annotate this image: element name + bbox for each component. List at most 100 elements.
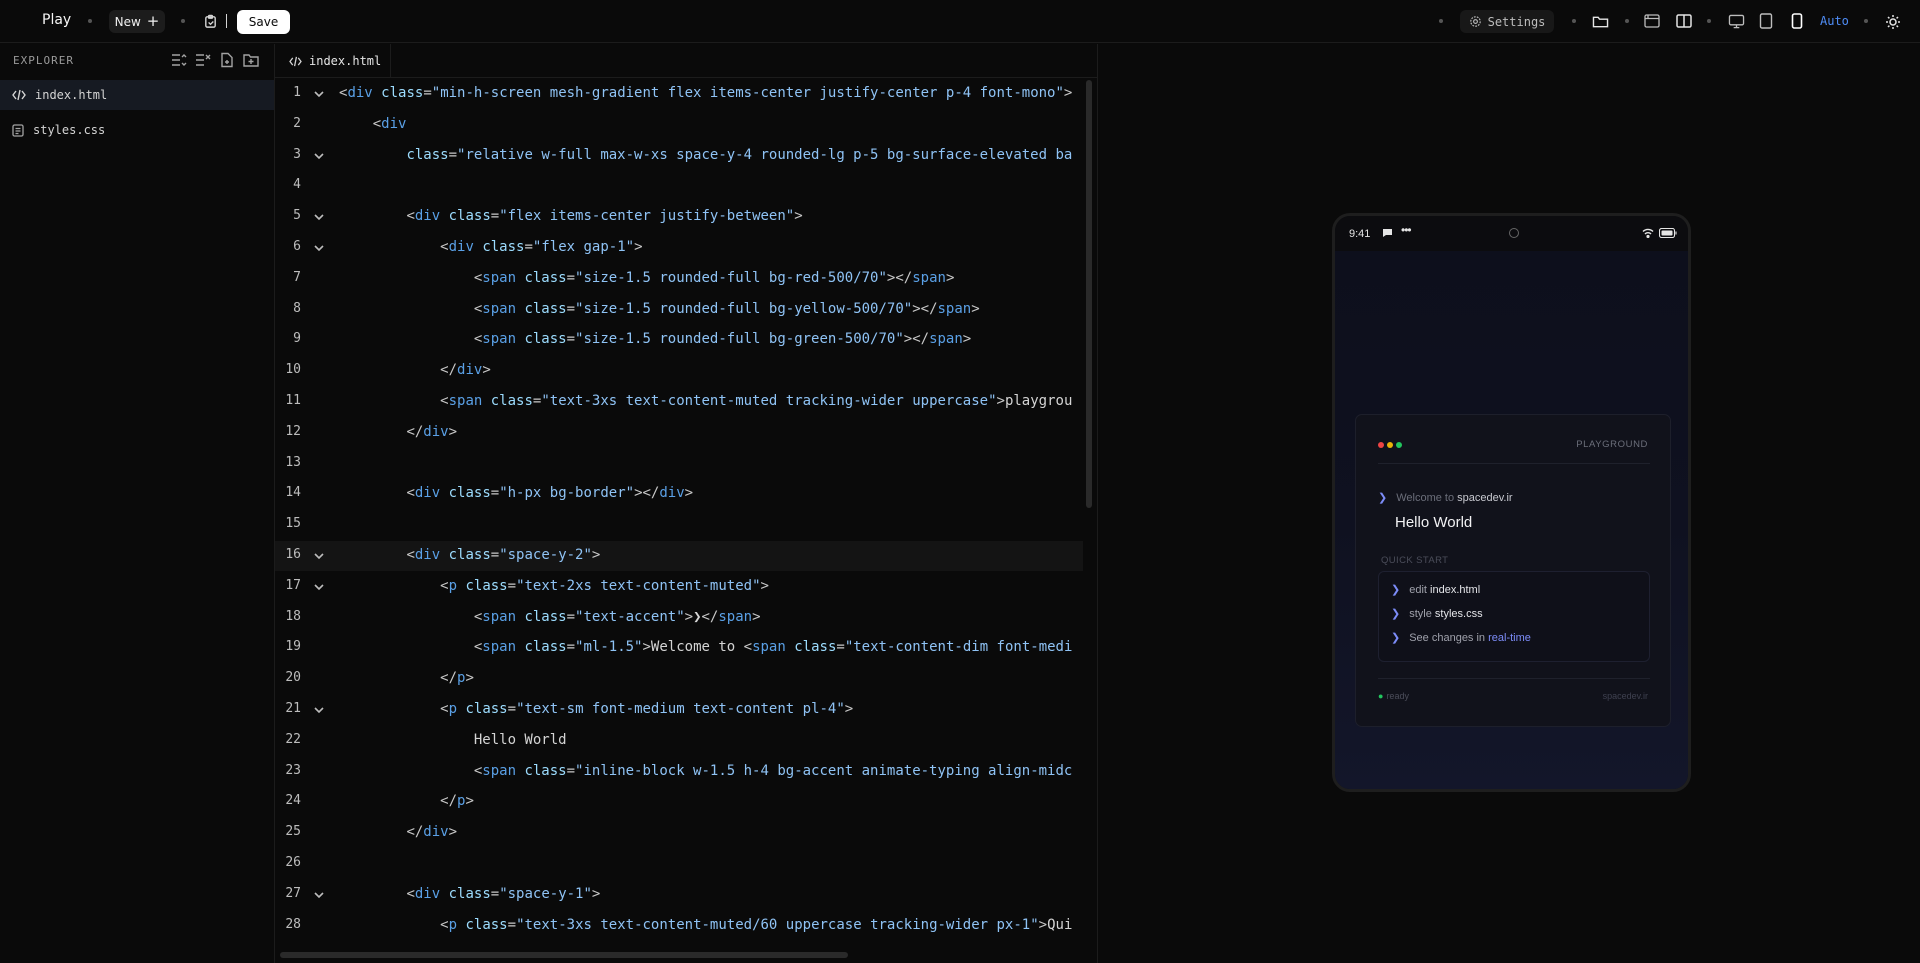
line-number: 20 bbox=[285, 670, 301, 686]
code-text: <div bbox=[372, 115, 407, 132]
collapse-all-button[interactable] bbox=[170, 51, 187, 68]
chevron-right-icon: ❯ bbox=[1391, 608, 1401, 620]
tablet-view-button[interactable] bbox=[1757, 12, 1775, 30]
status-time: 9:41 bbox=[1349, 228, 1371, 240]
file-name: index.html bbox=[35, 88, 108, 102]
code-line[interactable]: 28 <p class="text-3xs text-content-muted… bbox=[275, 911, 1083, 941]
clipboard-button[interactable] bbox=[201, 12, 219, 30]
line-number: 12 bbox=[285, 423, 301, 439]
code-line[interactable]: 11 <span class="text-3xs text-content-mu… bbox=[275, 387, 1083, 417]
code-text: <span class="size-1.5 rounded-full bg-gr… bbox=[473, 331, 972, 348]
tab-index-html[interactable]: index.html bbox=[275, 44, 391, 78]
split-view-button[interactable] bbox=[1675, 12, 1693, 30]
vertical-scrollbar[interactable] bbox=[1086, 80, 1092, 508]
code-line[interactable]: 23 <span class="inline-block w-1.5 h-4 b… bbox=[275, 757, 1083, 787]
plus-icon: + bbox=[146, 12, 160, 30]
chevron-down-icon[interactable] bbox=[313, 889, 325, 901]
code-line[interactable]: 21 <p class="text-sm font-medium text-co… bbox=[275, 695, 1083, 725]
divider bbox=[226, 14, 227, 28]
code-line[interactable]: 1 <div class="min-h-screen mesh-gradient … bbox=[275, 79, 1083, 109]
desktop-view-button[interactable] bbox=[1726, 12, 1746, 30]
code-editor[interactable]: 1 <div class="min-h-screen mesh-gradient … bbox=[275, 79, 1083, 949]
chevron-down-icon[interactable] bbox=[313, 88, 325, 100]
chevron-down-icon[interactable] bbox=[313, 704, 325, 716]
code-line[interactable]: 19 <span class="ml-1.5">Welcome to <span… bbox=[275, 633, 1083, 663]
code-line[interactable]: 10 </div> bbox=[275, 356, 1083, 386]
chevron-down-icon[interactable] bbox=[313, 211, 325, 223]
code-line[interactable]: 12 </div> bbox=[275, 418, 1083, 448]
code-line[interactable]: 4 bbox=[275, 171, 1083, 201]
code-text: </p> bbox=[440, 793, 474, 810]
code-line[interactable]: 13 bbox=[275, 449, 1083, 479]
expand-all-button[interactable] bbox=[194, 51, 211, 68]
ready-status: ● ready bbox=[1378, 691, 1409, 701]
line-number: 8 bbox=[293, 300, 301, 316]
code-line[interactable]: 24 </p> bbox=[275, 787, 1083, 817]
horizontal-scrollbar[interactable] bbox=[280, 952, 848, 958]
separator-dot bbox=[1439, 19, 1443, 23]
code-line[interactable]: 7 <span class="size-1.5 rounded-full bg-… bbox=[275, 264, 1083, 294]
camera-icon bbox=[1509, 228, 1519, 238]
file-item-styles-css[interactable]: styles.css bbox=[0, 115, 274, 145]
auto-scale-button[interactable]: Auto bbox=[1820, 14, 1849, 28]
code-line[interactable]: 5 <div class="flex items-center justify-… bbox=[275, 202, 1083, 232]
line-number: 1 bbox=[293, 85, 301, 100]
code-text: <div class="flex items-center justify-be… bbox=[406, 208, 803, 225]
code-line[interactable]: 20 </p> bbox=[275, 664, 1083, 694]
line-number: 6 bbox=[293, 239, 301, 254]
code-line[interactable]: 18 <span class="text-accent">❯</span> bbox=[275, 603, 1083, 633]
code-line[interactable]: 16 <div class="space-y-2"> bbox=[275, 541, 1083, 571]
mobile-view-button[interactable] bbox=[1788, 12, 1806, 30]
code-line[interactable]: 8 <span class="size-1.5 rounded-full bg-… bbox=[275, 295, 1083, 325]
theme-toggle-button[interactable] bbox=[1883, 12, 1903, 32]
code-line[interactable]: 6 <div class="flex gap-1"> bbox=[275, 233, 1083, 263]
code-line[interactable]: 3 class="relative w-full max-w-xs space-… bbox=[275, 141, 1083, 171]
expand-all-icon bbox=[195, 53, 210, 66]
chevron-down-icon[interactable] bbox=[313, 550, 325, 562]
item-link[interactable]: real-time bbox=[1488, 632, 1531, 644]
code-text: <p class="text-3xs text-content-muted/60… bbox=[440, 916, 1073, 933]
code-text: </div> bbox=[440, 362, 491, 379]
new-button[interactable]: New + bbox=[109, 10, 165, 33]
code-text: <div class="flex gap-1"> bbox=[440, 239, 643, 255]
code-line[interactable]: 22 Hello World bbox=[275, 726, 1083, 756]
separator-dot bbox=[1625, 19, 1629, 23]
new-folder-button[interactable] bbox=[242, 51, 259, 68]
line-number: 26 bbox=[285, 855, 301, 870]
code-line[interactable]: 17 <p class="text-2xs text-content-muted… bbox=[275, 572, 1083, 602]
code-text: <div class="space-y-2"> bbox=[406, 547, 601, 563]
save-button[interactable]: Save bbox=[237, 10, 290, 34]
line-number: 4 bbox=[293, 177, 301, 193]
welcome-line: ❯ Welcome to spacedev.ir bbox=[1378, 491, 1513, 504]
settings-button[interactable]: Settings bbox=[1460, 10, 1554, 33]
code-line[interactable]: 26 bbox=[275, 849, 1083, 879]
item-file: styles.css bbox=[1434, 608, 1483, 620]
code-text: <span class="inline-block w-1.5 h-4 bg-a… bbox=[473, 762, 1073, 779]
code-text: <div class="h-px bg-border"></div> bbox=[406, 485, 694, 502]
code-line[interactable]: 2 <div bbox=[275, 110, 1083, 140]
quick-start-label: QUICK START bbox=[1381, 555, 1449, 566]
separator-dot bbox=[181, 19, 185, 23]
code-line[interactable]: 15 bbox=[275, 510, 1083, 540]
code-line[interactable]: 27 <div class="space-y-1"> bbox=[275, 880, 1083, 910]
line-number: 17 bbox=[285, 577, 301, 593]
line-number: 3 bbox=[293, 146, 301, 162]
chevron-down-icon[interactable] bbox=[313, 150, 325, 162]
code-line[interactable]: 25 </div> bbox=[275, 818, 1083, 848]
chevron-down-icon[interactable] bbox=[313, 581, 325, 593]
folder-button[interactable] bbox=[1590, 12, 1610, 30]
new-file-button[interactable] bbox=[218, 51, 235, 68]
file-item-index-html[interactable]: index.html bbox=[0, 80, 274, 110]
item-prefix: edit bbox=[1409, 584, 1427, 596]
host-label: spacedev.ir bbox=[1602, 691, 1648, 701]
code-icon bbox=[289, 56, 302, 66]
quick-start-item: ❯ See changes in real-time bbox=[1391, 631, 1531, 644]
code-line[interactable]: 14 <div class="h-px bg-border"></div> bbox=[275, 479, 1083, 509]
gear-icon bbox=[1469, 16, 1481, 27]
layout-browser-button[interactable] bbox=[1643, 12, 1661, 30]
code-line[interactable]: 9 <span class="size-1.5 rounded-full bg-… bbox=[275, 325, 1083, 355]
line-number: 13 bbox=[285, 454, 301, 470]
chevron-down-icon[interactable] bbox=[313, 242, 325, 254]
item-prefix: See changes in bbox=[1409, 632, 1486, 644]
line-number: 24 bbox=[285, 793, 301, 809]
